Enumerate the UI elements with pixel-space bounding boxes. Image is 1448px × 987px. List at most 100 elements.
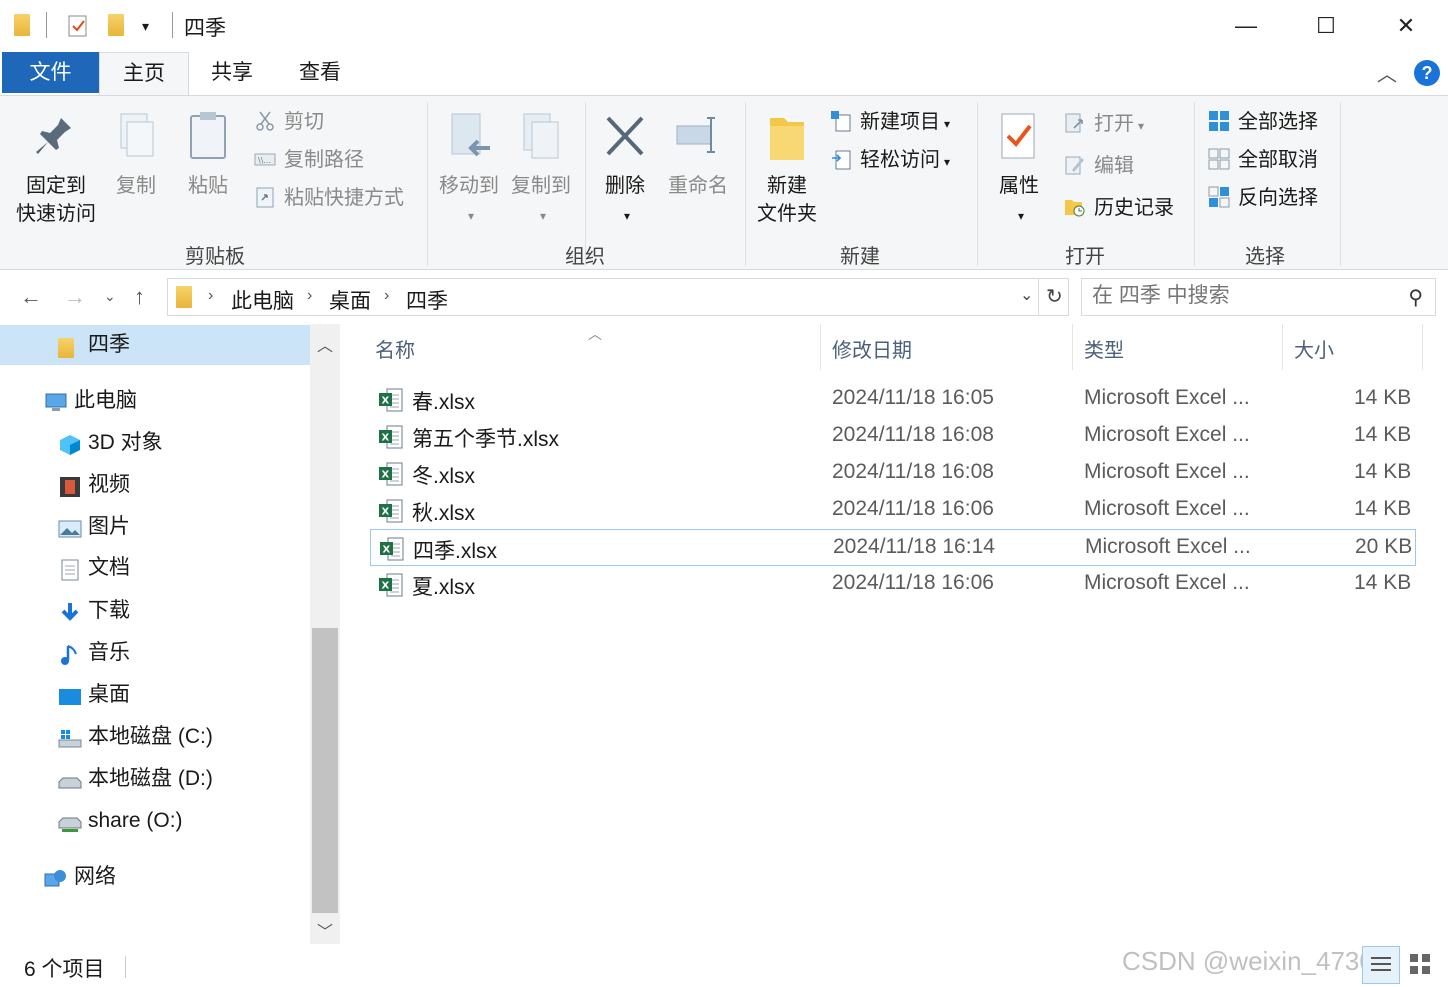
maximize-button[interactable]: ☐ — [1306, 8, 1346, 44]
minimize-button[interactable]: — — [1226, 8, 1266, 44]
move-to-button[interactable]: 移动到 ▾ — [436, 110, 502, 230]
scrollbar-thumb[interactable] — [312, 628, 338, 913]
search-icon[interactable]: ⚲ — [1408, 285, 1423, 310]
nav-item-share-drive[interactable]: share (O:) — [58, 801, 183, 841]
nav-item-pictures[interactable]: 图片 — [58, 507, 130, 547]
tab-share[interactable]: 共享 — [190, 52, 274, 93]
nav-item-this-pc[interactable]: 此电脑 — [44, 381, 137, 421]
nav-item-3d-objects[interactable]: 3D 对象 — [58, 423, 163, 463]
breadcrumb-current[interactable]: 四季 — [406, 285, 448, 315]
nav-item-documents[interactable]: 文档 — [58, 548, 130, 588]
nav-item-drive-c[interactable]: 本地磁盘 (C:) — [58, 717, 213, 757]
history-button[interactable]: 历史记录 — [1064, 192, 1174, 224]
properties-check-icon[interactable] — [66, 14, 90, 43]
download-arrow-icon — [58, 598, 82, 622]
file-row[interactable]: X 夏.xlsx 2024/11/18 16:06 Microsoft Excel .… — [370, 566, 1416, 603]
nav-item-music[interactable]: 音乐 — [58, 633, 130, 673]
select-all-button[interactable]: 全部选择 — [1208, 106, 1318, 138]
file-size: 14 KB — [1354, 460, 1412, 483]
nav-item-network[interactable]: 网络 — [44, 857, 116, 897]
breadcrumb-chevron-icon[interactable]: › — [384, 287, 389, 305]
nav-label: 此电脑 — [74, 389, 137, 412]
back-arrow-icon[interactable]: ← — [20, 284, 42, 310]
copy-button[interactable]: 复制 — [110, 110, 162, 200]
file-row[interactable]: X 秋.xlsx 2024/11/18 16:06 Microsoft Excel .… — [370, 492, 1416, 529]
rename-button[interactable]: 重命名 — [664, 110, 732, 200]
new-folder-button[interactable]: 新建 文件夹 — [752, 110, 822, 228]
column-divider[interactable] — [1072, 324, 1073, 370]
pin-quick-access-button[interactable]: 固定到 快速访问 — [8, 110, 104, 228]
customize-toolbar-chevron-icon[interactable]: ▾ — [142, 18, 149, 35]
file-row[interactable]: X 春.xlsx 2024/11/18 16:05 Microsoft Excel .… — [370, 381, 1416, 418]
delete-button[interactable]: 删除 ▾ — [598, 110, 652, 230]
tab-view[interactable]: 查看 — [278, 52, 362, 93]
scroll-up-chevron-icon[interactable]: ︿ — [310, 332, 340, 356]
forward-arrow-icon[interactable]: → — [64, 284, 86, 310]
search-box[interactable]: ⚲ — [1081, 278, 1436, 316]
open-button[interactable]: 打开 ▾ — [1064, 108, 1144, 140]
column-header-name[interactable]: 名称 — [375, 334, 415, 363]
file-name: 春.xlsx — [412, 391, 475, 414]
column-header-modified[interactable]: 修改日期 — [832, 334, 912, 363]
close-button[interactable]: ✕ — [1386, 8, 1426, 44]
nav-item-desktop[interactable]: 桌面 — [58, 675, 130, 715]
cut-button[interactable]: 剪切 — [254, 106, 324, 138]
copy-to-button[interactable]: 复制到 ▾ — [508, 110, 574, 230]
nav-item-current-folder[interactable]: 四季 — [0, 325, 310, 365]
select-none-icon — [1208, 148, 1230, 170]
search-input[interactable] — [1092, 279, 1392, 313]
drive-icon — [58, 766, 82, 789]
large-icons-view-button[interactable] — [1402, 946, 1440, 984]
edit-label: 编辑 — [1094, 155, 1134, 177]
new-item-button[interactable]: 新建项目 ▾ — [830, 106, 950, 138]
column-divider[interactable] — [820, 324, 821, 370]
column-divider[interactable] — [1282, 324, 1283, 370]
new-folder-icon — [764, 110, 810, 166]
tab-file[interactable]: 文件 — [2, 52, 99, 93]
computer-icon — [44, 388, 68, 412]
copy-path-button[interactable]: \\... 复制路径 — [254, 144, 364, 176]
new-item-icon — [830, 110, 852, 132]
file-row[interactable]: X 冬.xlsx 2024/11/18 16:08 Microsoft Excel .… — [370, 455, 1416, 492]
details-view-button[interactable] — [1362, 946, 1400, 984]
address-bar[interactable]: › 此电脑 › 桌面 › 四季 ⌄ ↻ — [167, 278, 1069, 316]
column-header-type[interactable]: 类型 — [1084, 334, 1124, 363]
nav-item-videos[interactable]: 视频 — [58, 465, 130, 505]
scroll-down-chevron-icon[interactable]: ﹀ — [310, 918, 340, 942]
ribbon: 固定到 快速访问 复制 粘贴 剪切 \\... 复制路径 粘贴快捷方式 剪贴板 … — [0, 95, 1448, 270]
excel-file-icon: X — [378, 387, 404, 413]
svg-text:X: X — [382, 507, 390, 518]
nav-pane-scrollbar[interactable]: ︿ ﹀ — [310, 324, 340, 944]
refresh-icon[interactable]: ↻ — [1046, 284, 1063, 309]
ribbon-collapse-chevron-icon[interactable]: ︿ — [1377, 58, 1397, 87]
address-dropdown-chevron-icon[interactable]: ⌄ — [1020, 285, 1033, 305]
file-row[interactable]: X 四季.xlsx 2024/11/18 16:14 Microsoft Excel … — [370, 529, 1416, 566]
open-label: 打开 — [1094, 113, 1134, 135]
nav-item-drive-d[interactable]: 本地磁盘 (D:) — [58, 759, 213, 799]
navigation-pane: 四季 此电脑 3D 对象 视频 图片 文档 下载 音乐 桌面 本地磁盘 (C:)… — [0, 324, 340, 944]
help-icon[interactable]: ? — [1414, 60, 1440, 86]
tab-home[interactable]: 主页 — [99, 52, 189, 96]
svg-text:\\...: \\... — [258, 156, 271, 165]
up-arrow-icon[interactable]: ↑ — [134, 284, 145, 310]
file-modified-date: 2024/11/18 16:05 — [832, 386, 994, 409]
select-none-button[interactable]: 全部取消 — [1208, 144, 1318, 176]
paste-button[interactable]: 粘贴 — [182, 110, 234, 200]
nav-item-downloads[interactable]: 下载 — [58, 591, 130, 631]
invert-selection-button[interactable]: 反向选择 — [1208, 182, 1318, 214]
breadcrumb-chevron-icon[interactable]: › — [208, 287, 213, 305]
recent-locations-chevron-icon[interactable]: ⌄ — [104, 288, 116, 305]
column-divider[interactable] — [1422, 324, 1423, 370]
breadcrumb-this-pc[interactable]: 此电脑 — [231, 285, 294, 315]
breadcrumb-desktop[interactable]: 桌面 — [329, 285, 371, 315]
column-header-size[interactable]: 大小 — [1294, 334, 1334, 363]
edit-button[interactable]: 编辑 — [1064, 150, 1134, 182]
file-row[interactable]: X 第五个季节.xlsx 2024/11/18 16:08 Microsoft Exc… — [370, 418, 1416, 455]
properties-button[interactable]: 属性 ▾ — [990, 110, 1048, 230]
breadcrumb-chevron-icon[interactable]: › — [307, 287, 312, 305]
nav-label: 文档 — [88, 556, 130, 579]
easy-access-button[interactable]: 轻松访问 ▾ — [830, 144, 950, 176]
paste-shortcut-button[interactable]: 粘贴快捷方式 — [254, 182, 404, 214]
open-icon — [1064, 112, 1086, 134]
new-folder-icon[interactable] — [108, 14, 124, 36]
